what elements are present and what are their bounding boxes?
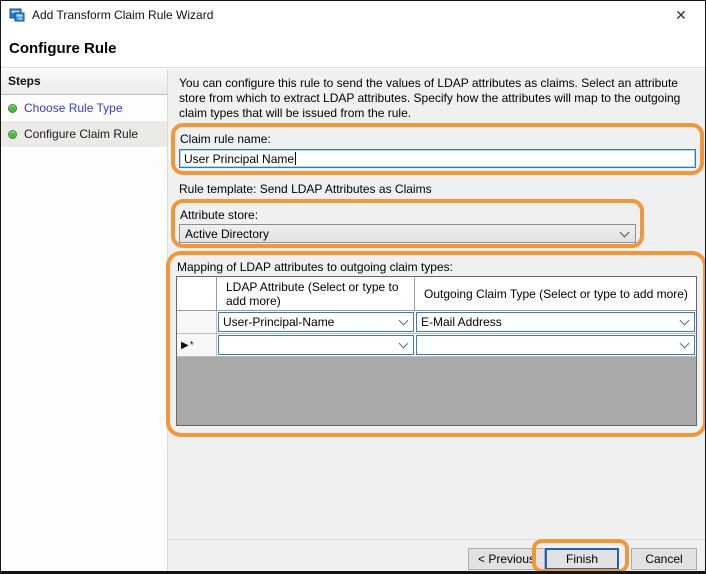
finish-button[interactable]: Finish <box>545 548 619 570</box>
row-selector-header-cell <box>177 277 217 310</box>
window-title: Add Transform Claim Rule Wizard <box>32 8 214 22</box>
sidebar-item-choose-rule-type[interactable]: Choose Rule Type <box>1 95 167 121</box>
steps-sidebar: Steps Choose Rule Type Configure Claim R… <box>1 69 168 571</box>
table-row: User-Principal-Name E-Mail Address <box>177 311 696 334</box>
steps-header: Steps <box>1 69 167 95</box>
chevron-down-icon <box>679 315 690 326</box>
step-label: Configure Claim Rule <box>24 127 139 141</box>
step-label: Choose Rule Type <box>24 101 123 115</box>
page-title: Configure Rule <box>9 40 117 57</box>
close-icon[interactable]: ✕ <box>672 6 690 24</box>
ldap-attribute-combo[interactable]: User-Principal-Name <box>218 312 414 332</box>
adfs-wizard-icon <box>9 8 25 22</box>
cancel-button[interactable]: Cancel <box>631 548 697 570</box>
attribute-store-value: Active Directory <box>185 226 270 241</box>
attribute-store-label: Attribute store: <box>180 208 259 222</box>
mapping-section-label: Mapping of LDAP attributes to outgoing c… <box>177 260 453 274</box>
step-complete-dot-icon <box>8 103 17 113</box>
title-bar: Add Transform Claim Rule Wizard ✕ <box>1 1 705 29</box>
chevron-down-icon <box>679 338 690 349</box>
text-caret <box>295 152 297 165</box>
wizard-content-pane: You can configure this rule to send the … <box>166 69 705 571</box>
step-complete-dot-icon <box>8 129 17 139</box>
chevron-down-icon <box>619 227 630 237</box>
outgoing-claim-type-combo[interactable]: E-Mail Address <box>416 312 695 332</box>
table-row-new: ▶* <box>177 334 696 357</box>
sidebar-item-configure-claim-rule[interactable]: Configure Claim Rule <box>1 121 167 147</box>
new-row-marker-cell[interactable]: ▶* <box>177 334 217 356</box>
rule-template-text: Rule template: Send LDAP Attributes as C… <box>179 182 432 196</box>
chevron-down-icon <box>398 338 409 349</box>
mapping-table-header: LDAP Attribute (Select or type to add mo… <box>177 277 696 311</box>
mapping-table: LDAP Attribute (Select or type to add mo… <box>176 276 697 426</box>
claim-rule-name-value: User Principal Name <box>184 151 295 166</box>
ldap-attribute-value: User-Principal-Name <box>223 315 335 329</box>
chevron-down-icon <box>398 315 409 326</box>
page-heading-bar: Configure Rule <box>1 29 705 68</box>
outgoing-claim-type-value: E-Mail Address <box>421 315 502 329</box>
outgoing-claim-type-column-header: Outgoing Claim Type (Select or type to a… <box>424 286 688 301</box>
claim-rule-name-label: Claim rule name: <box>180 132 271 146</box>
ldap-attribute-combo-empty[interactable] <box>218 335 414 355</box>
ldap-attribute-column-header: LDAP Attribute (Select or type to add mo… <box>217 277 415 310</box>
outgoing-claim-type-combo-empty[interactable] <box>416 335 695 355</box>
attribute-store-dropdown[interactable]: Active Directory <box>179 224 636 243</box>
mapping-table-empty-area <box>177 357 696 425</box>
row-selector-cell[interactable] <box>177 311 217 333</box>
footer-divider <box>168 539 705 540</box>
claim-rule-name-input[interactable]: User Principal Name <box>179 149 696 168</box>
wizard-dialog: Add Transform Claim Rule Wizard ✕ Config… <box>0 0 706 574</box>
rule-description-text: You can configure this rule to send the … <box>179 76 681 120</box>
previous-button[interactable]: < Previous <box>468 548 545 570</box>
